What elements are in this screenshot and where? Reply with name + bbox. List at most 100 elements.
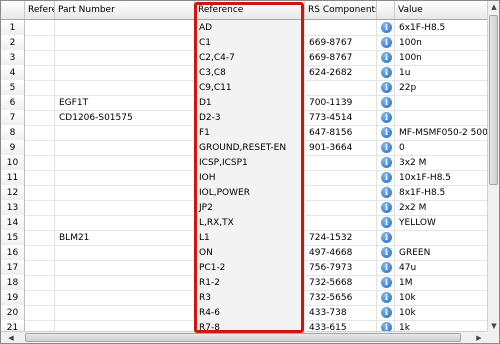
reference-cell[interactable]: L,RX,TX xyxy=(195,215,305,231)
info-cell[interactable]: i xyxy=(377,185,395,201)
header-info[interactable] xyxy=(377,1,395,19)
value-cell[interactable] xyxy=(395,230,489,246)
rs-components-cell[interactable]: 647-8156 xyxy=(305,125,377,141)
value-cell[interactable] xyxy=(395,95,489,111)
row-number-cell[interactable]: 9 xyxy=(1,140,25,156)
reference-short-cell[interactable] xyxy=(25,305,55,321)
reference-cell[interactable]: C1 xyxy=(195,35,305,51)
part-number-cell[interactable] xyxy=(55,80,195,96)
reference-cell[interactable]: AD xyxy=(195,20,305,36)
rs-components-cell[interactable] xyxy=(305,170,377,186)
reference-cell[interactable]: F1 xyxy=(195,125,305,141)
header-part-number[interactable]: Part Number xyxy=(55,1,195,19)
reference-short-cell[interactable] xyxy=(25,290,55,306)
part-number-cell[interactable] xyxy=(55,185,195,201)
scroll-right-icon[interactable]: ▶ xyxy=(473,332,485,343)
value-cell[interactable]: 6x1F-H8.5 xyxy=(395,20,489,36)
info-icon[interactable]: i xyxy=(381,307,392,318)
reference-cell[interactable]: ON xyxy=(195,245,305,261)
rs-components-cell[interactable]: 732-5668 xyxy=(305,275,377,291)
reference-short-cell[interactable] xyxy=(25,245,55,261)
header-reference[interactable]: Reference xyxy=(195,1,305,19)
rs-components-cell[interactable]: 700-1139 xyxy=(305,95,377,111)
table-row[interactable]: 15 BLM21 L1 724-1532 i xyxy=(1,230,489,246)
reference-short-cell[interactable] xyxy=(25,20,55,36)
info-icon[interactable]: i xyxy=(381,172,392,183)
table-row[interactable]: 6 EGF1T D1 700-1139 i xyxy=(1,95,489,111)
info-cell[interactable]: i xyxy=(377,35,395,51)
value-cell[interactable]: 10k xyxy=(395,305,489,321)
reference-cell[interactable]: D1 xyxy=(195,95,305,111)
table-row[interactable]: 8 F1 647-8156 i MF-MSMF050-2 500 xyxy=(1,125,489,141)
part-number-cell[interactable] xyxy=(55,200,195,216)
reference-short-cell[interactable] xyxy=(25,140,55,156)
row-number-cell[interactable]: 20 xyxy=(1,305,25,321)
reference-short-cell[interactable] xyxy=(25,50,55,66)
value-cell[interactable]: 2x2 M xyxy=(395,200,489,216)
table-row[interactable]: 14 L,RX,TX i YELLOW xyxy=(1,215,489,231)
row-number-cell[interactable]: 3 xyxy=(1,50,25,66)
value-cell[interactable]: 10k xyxy=(395,290,489,306)
info-cell[interactable]: i xyxy=(377,260,395,276)
vertical-scrollbar[interactable]: ▲ ▼ xyxy=(487,1,499,332)
table-row[interactable]: 18 R1-2 732-5668 i 1M xyxy=(1,275,489,291)
table-row[interactable]: 10 ICSP,ICSP1 i 3x2 M xyxy=(1,155,489,171)
row-number-cell[interactable]: 1 xyxy=(1,20,25,36)
reference-cell[interactable]: ICSP,ICSP1 xyxy=(195,155,305,171)
row-number-cell[interactable]: 17 xyxy=(1,260,25,276)
part-number-cell[interactable] xyxy=(55,215,195,231)
info-icon[interactable]: i xyxy=(381,67,392,78)
reference-cell[interactable]: GROUND,RESET-EN xyxy=(195,140,305,156)
reference-cell[interactable]: C3,C8 xyxy=(195,65,305,81)
rs-components-cell[interactable]: 497-4668 xyxy=(305,245,377,261)
table-row[interactable]: 11 IOH i 10x1F-H8.5 xyxy=(1,170,489,186)
part-number-cell[interactable] xyxy=(55,125,195,141)
row-number-cell[interactable]: 2 xyxy=(1,35,25,51)
part-number-cell[interactable] xyxy=(55,155,195,171)
header-rs-components[interactable]: RS Components Par xyxy=(305,1,377,19)
rs-components-cell[interactable] xyxy=(305,200,377,216)
info-icon[interactable]: i xyxy=(381,127,392,138)
reference-short-cell[interactable] xyxy=(25,215,55,231)
info-cell[interactable]: i xyxy=(377,305,395,321)
value-cell[interactable] xyxy=(395,110,489,126)
info-icon[interactable]: i xyxy=(381,277,392,288)
row-number-cell[interactable]: 14 xyxy=(1,215,25,231)
info-cell[interactable]: i xyxy=(377,215,395,231)
info-icon[interactable]: i xyxy=(381,202,392,213)
info-icon[interactable]: i xyxy=(381,97,392,108)
reference-cell[interactable]: JP2 xyxy=(195,200,305,216)
info-icon[interactable]: i xyxy=(381,37,392,48)
rs-components-cell[interactable]: 669-8767 xyxy=(305,35,377,51)
info-icon[interactable]: i xyxy=(381,142,392,153)
table-row[interactable]: 16 ON 497-4668 i GREEN xyxy=(1,245,489,261)
reference-short-cell[interactable] xyxy=(25,80,55,96)
info-icon[interactable]: i xyxy=(381,157,392,168)
part-number-cell[interactable] xyxy=(55,290,195,306)
reference-cell[interactable]: C9,C11 xyxy=(195,80,305,96)
rs-components-cell[interactable] xyxy=(305,215,377,231)
header-reference-short[interactable]: Referer xyxy=(25,1,55,19)
value-cell[interactable]: 47u xyxy=(395,260,489,276)
part-number-cell[interactable] xyxy=(55,20,195,36)
reference-short-cell[interactable] xyxy=(25,95,55,111)
part-number-cell[interactable] xyxy=(55,50,195,66)
info-icon[interactable]: i xyxy=(381,52,392,63)
rs-components-cell[interactable]: 724-1532 xyxy=(305,230,377,246)
row-number-cell[interactable]: 15 xyxy=(1,230,25,246)
reference-cell[interactable]: R1-2 xyxy=(195,275,305,291)
info-cell[interactable]: i xyxy=(377,65,395,81)
table-row[interactable]: 17 PC1-2 756-7973 i 47u xyxy=(1,260,489,276)
part-number-cell[interactable] xyxy=(55,140,195,156)
info-cell[interactable]: i xyxy=(377,275,395,291)
info-cell[interactable]: i xyxy=(377,155,395,171)
info-cell[interactable]: i xyxy=(377,110,395,126)
value-cell[interactable]: 1u xyxy=(395,65,489,81)
reference-short-cell[interactable] xyxy=(25,35,55,51)
header-row-number[interactable] xyxy=(1,1,25,19)
rs-components-cell[interactable]: 624-2682 xyxy=(305,65,377,81)
info-icon[interactable]: i xyxy=(381,292,392,303)
rs-components-cell[interactable] xyxy=(305,20,377,36)
table-row[interactable]: 1 AD i 6x1F-H8.5 xyxy=(1,20,489,36)
header-value[interactable]: Value xyxy=(395,1,489,19)
